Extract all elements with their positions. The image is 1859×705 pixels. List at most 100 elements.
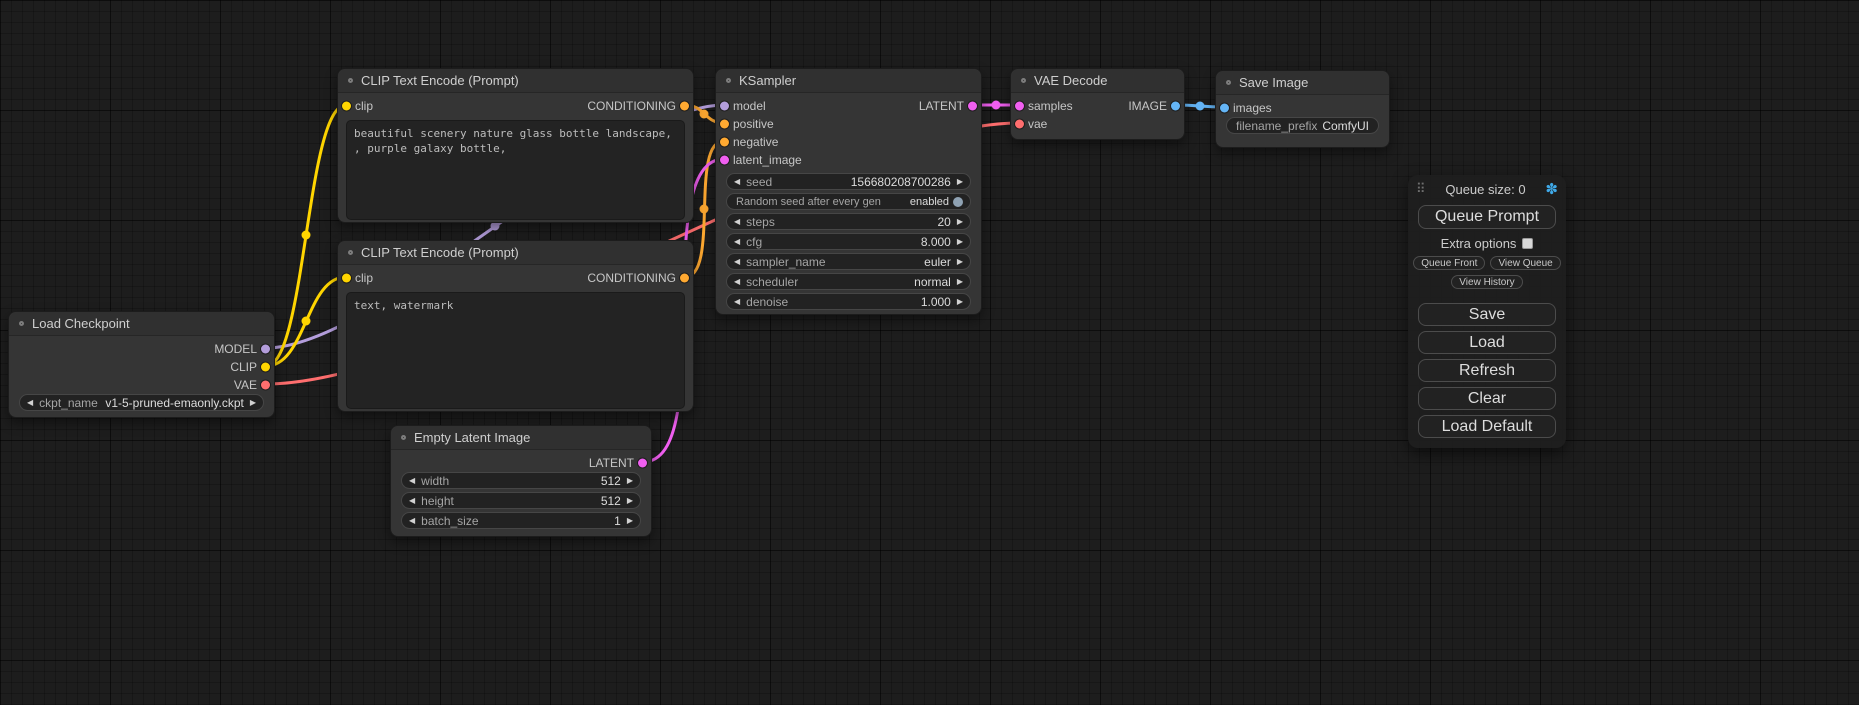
widget-random-seed-toggle[interactable]: Random seed after every gen enabled bbox=[726, 193, 971, 210]
negative-input-port[interactable] bbox=[720, 138, 729, 147]
slot-row: CLIP bbox=[9, 358, 274, 376]
view-history-button[interactable]: View History bbox=[1451, 275, 1522, 289]
node-clip-text-encode-negative[interactable]: CLIP Text Encode (Prompt) clip CONDITION… bbox=[337, 240, 694, 412]
prompt-text-input[interactable]: beautiful scenery nature glass bottle la… bbox=[346, 120, 685, 220]
toggle-dot-icon[interactable] bbox=[953, 197, 963, 207]
save-button[interactable]: Save bbox=[1418, 303, 1556, 326]
combo-right-arrow-icon[interactable]: ▶ bbox=[957, 278, 963, 286]
widget-denoise[interactable]: ◀ denoise 1.000 ▶ bbox=[726, 293, 971, 310]
collapse-dot-icon[interactable] bbox=[1226, 80, 1231, 85]
slot-row: clip CONDITIONING bbox=[338, 269, 693, 287]
combo-left-arrow-icon[interactable]: ◀ bbox=[27, 399, 33, 407]
increment-arrow-icon[interactable]: ▶ bbox=[957, 298, 963, 306]
vae-input-port[interactable] bbox=[1015, 120, 1024, 129]
clear-button[interactable]: Clear bbox=[1418, 387, 1556, 410]
node-load-checkpoint[interactable]: Load Checkpoint MODEL CLIP VAE ◀ ckpt_na… bbox=[8, 311, 275, 418]
widget-filename-prefix[interactable]: filename_prefix ComfyUI bbox=[1226, 117, 1379, 134]
queue-front-button[interactable]: Queue Front bbox=[1413, 256, 1485, 270]
widget-seed[interactable]: ◀ seed 156680208700286 ▶ bbox=[726, 173, 971, 190]
combo-right-arrow-icon[interactable]: ▶ bbox=[957, 258, 963, 266]
prompt-text-input[interactable]: text, watermark bbox=[346, 292, 685, 409]
decrement-arrow-icon[interactable]: ◀ bbox=[734, 178, 740, 186]
combo-left-arrow-icon[interactable]: ◀ bbox=[734, 278, 740, 286]
load-button[interactable]: Load bbox=[1418, 331, 1556, 354]
combo-right-arrow-icon[interactable]: ▶ bbox=[250, 399, 256, 407]
collapse-dot-icon[interactable] bbox=[401, 435, 406, 440]
view-queue-button[interactable]: View Queue bbox=[1490, 256, 1560, 270]
node-title: CLIP Text Encode (Prompt) bbox=[361, 245, 519, 260]
node-header[interactable]: CLIP Text Encode (Prompt) bbox=[338, 241, 693, 265]
decrement-arrow-icon[interactable]: ◀ bbox=[409, 497, 415, 505]
widget-value: 1 bbox=[614, 514, 621, 528]
slot-row: latent_image bbox=[716, 151, 981, 169]
extra-options-checkbox[interactable] bbox=[1522, 238, 1533, 249]
conditioning-output-port[interactable] bbox=[680, 274, 689, 283]
clip-input-port[interactable] bbox=[342, 274, 351, 283]
combo-left-arrow-icon[interactable]: ◀ bbox=[734, 258, 740, 266]
model-output-port[interactable] bbox=[261, 345, 270, 354]
output-label-vae: VAE bbox=[234, 378, 257, 392]
positive-input-port[interactable] bbox=[720, 120, 729, 129]
decrement-arrow-icon[interactable]: ◀ bbox=[734, 238, 740, 246]
widget-name: ckpt_name bbox=[39, 396, 98, 410]
node-empty-latent-image[interactable]: Empty Latent Image LATENT ◀ width 512 ▶ … bbox=[390, 425, 652, 537]
collapse-dot-icon[interactable] bbox=[1021, 78, 1026, 83]
image-output-port[interactable] bbox=[1171, 102, 1180, 111]
widget-ckpt-name[interactable]: ◀ ckpt_name v1-5-pruned-emaonly.ckpt ▶ bbox=[19, 394, 264, 411]
drag-handle-icon[interactable]: ⠿ bbox=[1416, 181, 1426, 197]
slot-row: samples IMAGE bbox=[1011, 97, 1184, 115]
widget-cfg[interactable]: ◀ cfg 8.000 ▶ bbox=[726, 233, 971, 250]
node-vae-decode[interactable]: VAE Decode samples IMAGE vae bbox=[1010, 68, 1185, 140]
queue-prompt-button[interactable]: Queue Prompt bbox=[1418, 205, 1556, 229]
increment-arrow-icon[interactable]: ▶ bbox=[627, 517, 633, 525]
refresh-button[interactable]: Refresh bbox=[1418, 359, 1556, 382]
model-input-port[interactable] bbox=[720, 102, 729, 111]
decrement-arrow-icon[interactable]: ◀ bbox=[734, 218, 740, 226]
slot-row: MODEL bbox=[9, 340, 274, 358]
widget-scheduler[interactable]: ◀ scheduler normal ▶ bbox=[726, 273, 971, 290]
widget-steps[interactable]: ◀ steps 20 ▶ bbox=[726, 213, 971, 230]
increment-arrow-icon[interactable]: ▶ bbox=[627, 477, 633, 485]
collapse-dot-icon[interactable] bbox=[348, 78, 353, 83]
node-clip-text-encode-positive[interactable]: CLIP Text Encode (Prompt) clip CONDITION… bbox=[337, 68, 694, 223]
settings-gear-icon[interactable]: ✽ bbox=[1545, 180, 1558, 198]
node-header[interactable]: KSampler bbox=[716, 69, 981, 93]
conditioning-output-port[interactable] bbox=[680, 102, 689, 111]
collapse-dot-icon[interactable] bbox=[19, 321, 24, 326]
graph-canvas[interactable]: Load Checkpoint MODEL CLIP VAE ◀ ckpt_na… bbox=[0, 0, 1859, 705]
node-header[interactable]: Empty Latent Image bbox=[391, 426, 651, 450]
latent-output-port[interactable] bbox=[968, 102, 977, 111]
node-header[interactable]: Save Image bbox=[1216, 71, 1389, 95]
widget-name: steps bbox=[746, 215, 775, 229]
node-ksampler[interactable]: KSampler model LATENT positive negative … bbox=[715, 68, 982, 315]
node-header[interactable]: Load Checkpoint bbox=[9, 312, 274, 336]
node-save-image[interactable]: Save Image images filename_prefix ComfyU… bbox=[1215, 70, 1390, 148]
node-header[interactable]: VAE Decode bbox=[1011, 69, 1184, 93]
increment-arrow-icon[interactable]: ▶ bbox=[957, 218, 963, 226]
widget-width[interactable]: ◀ width 512 ▶ bbox=[401, 472, 641, 489]
samples-input-port[interactable] bbox=[1015, 102, 1024, 111]
latent-image-input-port[interactable] bbox=[720, 156, 729, 165]
increment-arrow-icon[interactable]: ▶ bbox=[957, 238, 963, 246]
clip-output-port[interactable] bbox=[261, 363, 270, 372]
clip-input-port[interactable] bbox=[342, 102, 351, 111]
decrement-arrow-icon[interactable]: ◀ bbox=[409, 517, 415, 525]
collapse-dot-icon[interactable] bbox=[348, 250, 353, 255]
widget-height[interactable]: ◀ height 512 ▶ bbox=[401, 492, 641, 509]
widget-batch-size[interactable]: ◀ batch_size 1 ▶ bbox=[401, 512, 641, 529]
node-title: Save Image bbox=[1239, 75, 1308, 90]
increment-arrow-icon[interactable]: ▶ bbox=[957, 178, 963, 186]
widget-value: v1-5-pruned-emaonly.ckpt bbox=[105, 396, 244, 410]
decrement-arrow-icon[interactable]: ◀ bbox=[734, 298, 740, 306]
load-default-button[interactable]: Load Default bbox=[1418, 415, 1556, 438]
widget-sampler-name[interactable]: ◀ sampler_name euler ▶ bbox=[726, 253, 971, 270]
input-label-vae: vae bbox=[1028, 117, 1047, 131]
collapse-dot-icon[interactable] bbox=[726, 78, 731, 83]
increment-arrow-icon[interactable]: ▶ bbox=[627, 497, 633, 505]
extra-options-row: Extra options bbox=[1408, 236, 1566, 251]
node-header[interactable]: CLIP Text Encode (Prompt) bbox=[338, 69, 693, 93]
images-input-port[interactable] bbox=[1220, 104, 1229, 113]
latent-output-port[interactable] bbox=[638, 459, 647, 468]
vae-output-port[interactable] bbox=[261, 381, 270, 390]
decrement-arrow-icon[interactable]: ◀ bbox=[409, 477, 415, 485]
